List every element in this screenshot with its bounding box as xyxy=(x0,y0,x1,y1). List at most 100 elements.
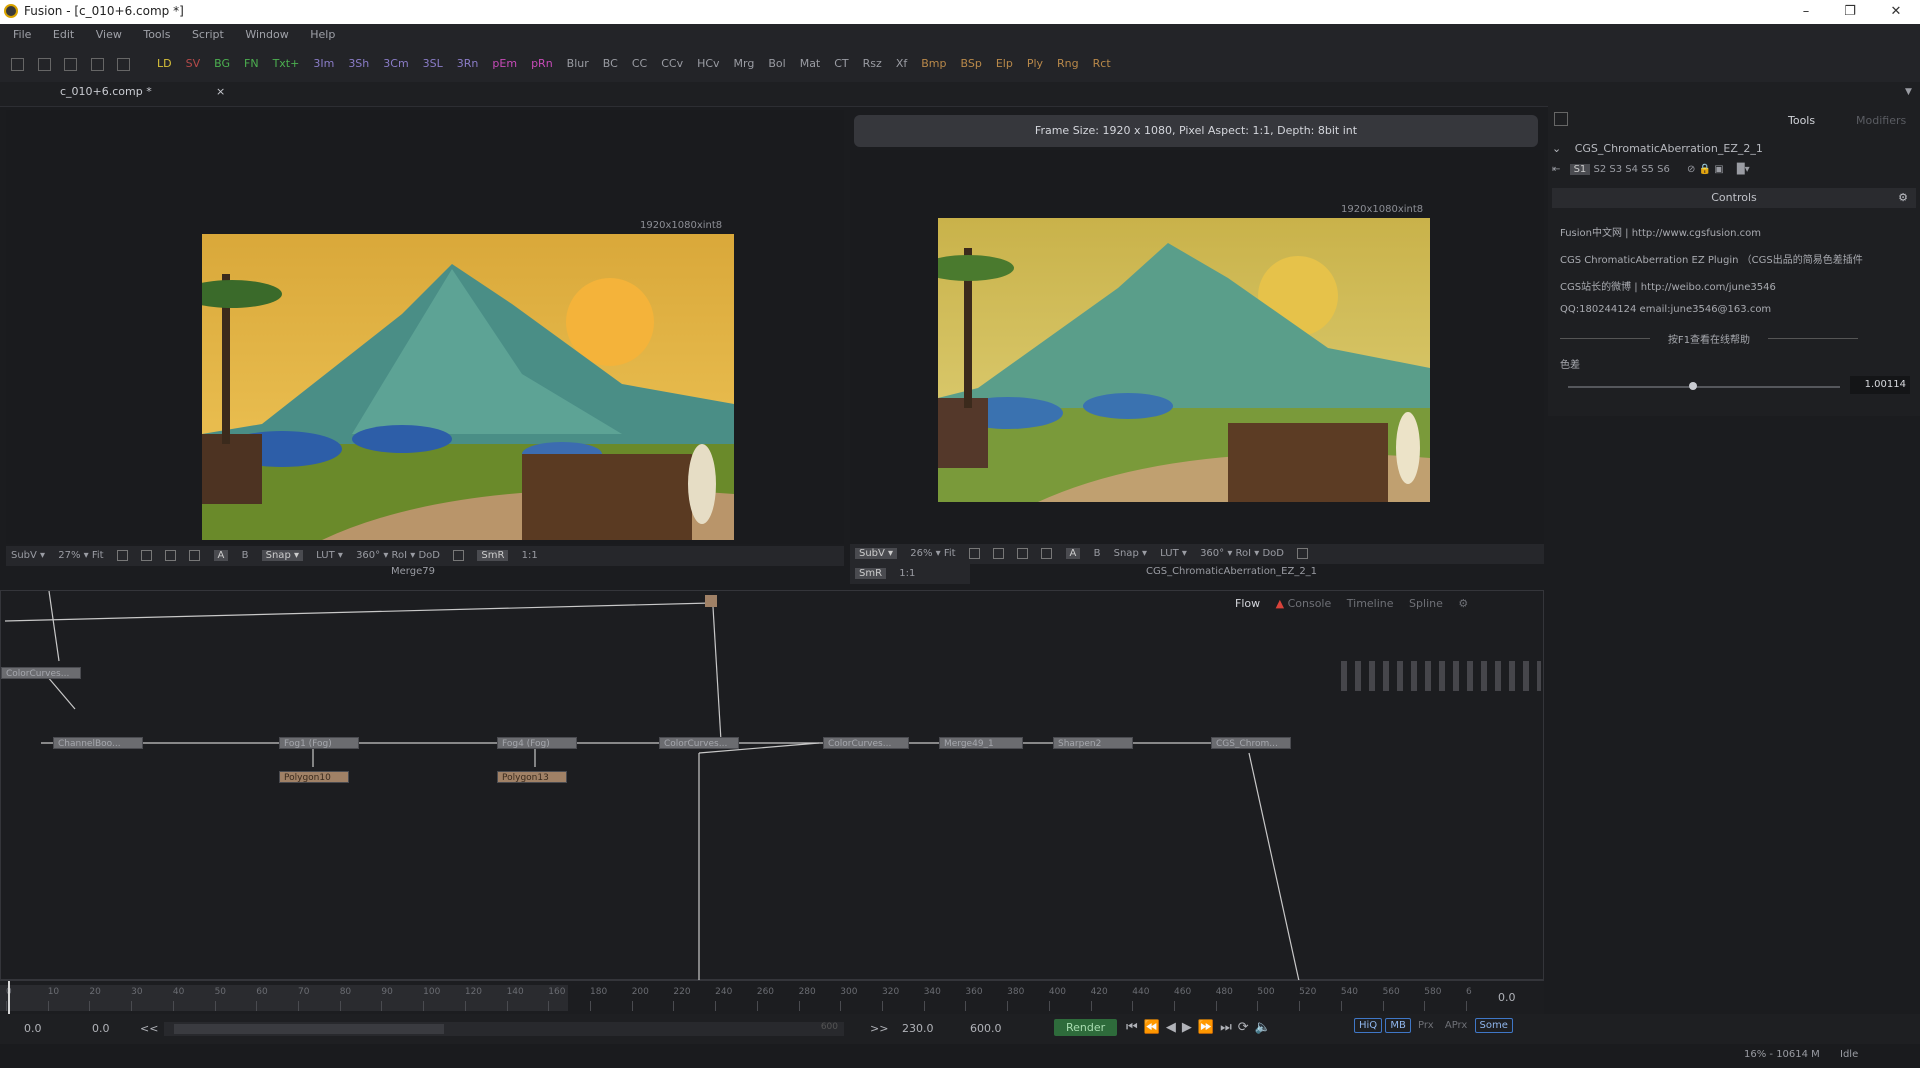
global-start-field[interactable]: 0.0 xyxy=(24,1022,42,1035)
menu-help[interactable]: Help xyxy=(301,24,344,46)
node-colorcurves-a[interactable]: ColorCurves... xyxy=(659,737,739,749)
tool-button-3sl[interactable]: 3SL xyxy=(423,46,443,82)
right-roi-dod-dropdown[interactable]: 360° ▾ RoI ▾ DoD xyxy=(1200,548,1284,559)
tool-color-swatch-icon[interactable]: █▾ xyxy=(1737,164,1750,175)
right-one-to-one-button[interactable]: 1:1 xyxy=(899,568,915,579)
right-snap-dropdown[interactable]: Snap ▾ xyxy=(1114,548,1147,559)
global-end-field[interactable]: 600.0 xyxy=(970,1022,1002,1035)
tool-button-3sh[interactable]: 3Sh xyxy=(348,46,369,82)
play-reverse-icon[interactable]: ◀ xyxy=(1166,1020,1182,1035)
tool-button-rng[interactable]: Rng xyxy=(1057,46,1079,82)
node-polygon10[interactable]: Polygon10 xyxy=(279,771,349,783)
tool-disable-icon[interactable]: ⊘ xyxy=(1687,164,1695,175)
tool-reset-icon[interactable]: ▣ xyxy=(1714,164,1723,175)
right-lock-icon[interactable] xyxy=(1297,547,1309,559)
step-forward-icon[interactable]: ⏩ xyxy=(1198,1020,1220,1035)
slot-s1[interactable]: S1 xyxy=(1569,164,1591,175)
close-tab-icon[interactable]: × xyxy=(216,85,225,98)
tool-button-elp[interactable]: Elp xyxy=(996,46,1013,82)
node-fog1[interactable]: Fog1 (Fog) xyxy=(279,737,359,749)
left-lut-dropdown[interactable]: LUT ▾ xyxy=(316,550,343,561)
tool-button-cc[interactable]: CC xyxy=(632,46,647,82)
right-buffer-a-button[interactable]: A xyxy=(1065,548,1081,559)
tool-header[interactable]: ⌄ CGS_ChromaticAberration_EZ_2_1 xyxy=(1552,142,1916,155)
node-channelboo[interactable]: ChannelBoo... xyxy=(53,737,143,749)
tool-button-hcv[interactable]: HCv xyxy=(697,46,719,82)
right-circle-icon[interactable] xyxy=(1041,547,1053,559)
left-polyline-icon[interactable] xyxy=(140,549,152,561)
controls-header[interactable]: Controls ⚙ xyxy=(1552,188,1916,208)
right-buffer-b-button[interactable]: B xyxy=(1094,548,1101,559)
controls-settings-icon[interactable]: ⚙ xyxy=(1898,188,1908,208)
tool-button-3cm[interactable]: 3Cm xyxy=(383,46,408,82)
tool-button-xf[interactable]: Xf xyxy=(896,46,907,82)
prx-toggle[interactable]: Prx xyxy=(1418,1020,1434,1031)
tool-button-mat[interactable]: Mat xyxy=(800,46,821,82)
tool-button-txt[interactable]: Txt+ xyxy=(273,46,300,82)
audio-icon[interactable]: 🔈 xyxy=(1255,1020,1277,1035)
aprx-toggle[interactable]: APrx xyxy=(1445,1020,1467,1031)
tool-button-rct[interactable]: Rct xyxy=(1093,46,1111,82)
tool-button-bg[interactable]: BG xyxy=(214,46,230,82)
left-lock-icon[interactable] xyxy=(453,549,465,561)
slot-s4[interactable]: S4 xyxy=(1625,164,1638,175)
tool-button-fn[interactable]: FN xyxy=(244,46,259,82)
go-to-end-icon[interactable]: ⏭ xyxy=(1220,1020,1238,1035)
time-ruler[interactable]: 0102030405060708090100120140160180200220… xyxy=(0,980,1544,1015)
mb-toggle[interactable]: MB xyxy=(1385,1018,1411,1033)
inspector-pin-icon[interactable] xyxy=(1554,112,1568,126)
node-polygon13[interactable]: Polygon13 xyxy=(497,771,567,783)
param-slider[interactable] xyxy=(1568,382,1840,390)
tool-button-bol[interactable]: Bol xyxy=(768,46,785,82)
playhead[interactable] xyxy=(8,981,10,1015)
flow-settings-icon[interactable]: ⚙ xyxy=(1458,597,1468,610)
node-cgs-chrom[interactable]: CGS_Chrom... xyxy=(1211,737,1291,749)
tool-button-bsp[interactable]: BSp xyxy=(960,46,981,82)
step-back-icon[interactable]: ⏪ xyxy=(1144,1020,1166,1035)
tool-button-ccv[interactable]: CCv xyxy=(661,46,683,82)
left-circle-icon[interactable] xyxy=(189,549,201,561)
right-polyline-icon[interactable] xyxy=(992,547,1004,559)
param-value-field[interactable]: 1.00114 xyxy=(1850,376,1910,394)
tool-button-3im[interactable]: 3Im xyxy=(313,46,334,82)
left-buffer-a-button[interactable]: A xyxy=(213,550,229,561)
save-comp-icon[interactable] xyxy=(64,57,77,71)
render-button[interactable]: Render xyxy=(1054,1019,1118,1036)
right-subview-dropdown[interactable]: SubV ▾ xyxy=(855,548,898,559)
minimize-button[interactable]: – xyxy=(1786,2,1826,22)
left-subview-dropdown[interactable]: SubV ▾ xyxy=(11,550,45,561)
tool-button-pem[interactable]: pEm xyxy=(492,46,517,82)
new-comp-icon[interactable] xyxy=(11,57,24,71)
range-slider-handle[interactable] xyxy=(174,1024,444,1034)
tab-spline[interactable]: Spline xyxy=(1409,597,1443,610)
tool-button-bmp[interactable]: Bmp xyxy=(921,46,946,82)
tool-collapse-chevron-icon[interactable]: ⌄ xyxy=(1552,142,1561,155)
tool-button-bc[interactable]: BC xyxy=(603,46,618,82)
close-window-button[interactable]: ✕ xyxy=(1876,2,1916,22)
menu-script[interactable]: Script xyxy=(183,24,233,46)
flow-view[interactable]: Flow ▲ Console Timeline Spline ⚙ ColorCu… xyxy=(0,590,1544,981)
left-smr-button[interactable]: SmR xyxy=(477,550,509,561)
tool-button-sv[interactable]: SV xyxy=(186,46,201,82)
tool-button-prn[interactable]: pRn xyxy=(531,46,553,82)
right-rect-icon[interactable] xyxy=(1017,547,1029,559)
tool-button-blur[interactable]: Blur xyxy=(567,46,589,82)
node-colorcurves-b[interactable]: ColorCurves... xyxy=(823,737,909,749)
left-roi-icon[interactable] xyxy=(116,549,128,561)
left-viewer[interactable]: 1920x1080xint8 SubV ▾ 27% ▾ Fit A B Snap… xyxy=(6,110,844,577)
some-toggle[interactable]: Some xyxy=(1474,1018,1513,1033)
right-viewer[interactable]: 1920x1080xint8 SubV ▾ 26% ▾ Fit A B Snap… xyxy=(850,150,1544,584)
hiq-toggle[interactable]: HiQ xyxy=(1354,1018,1383,1033)
left-snap-dropdown[interactable]: Snap ▾ xyxy=(261,550,303,561)
tab-timeline[interactable]: Timeline xyxy=(1347,597,1394,610)
left-rect-icon[interactable] xyxy=(165,549,177,561)
open-comp-icon[interactable] xyxy=(37,57,51,71)
node-merge49[interactable]: Merge49_1 xyxy=(939,737,1023,749)
forward-range-button[interactable]: >> xyxy=(870,1022,888,1035)
comp-tab[interactable]: c_010+6.comp * × xyxy=(60,85,230,103)
right-roi-icon[interactable] xyxy=(968,547,980,559)
param-slider-handle[interactable] xyxy=(1689,382,1698,390)
slot-s2[interactable]: S2 xyxy=(1593,164,1606,175)
node-fog4[interactable]: Fog4 (Fog) xyxy=(497,737,577,749)
render-end-field[interactable]: 230.0 xyxy=(902,1022,934,1035)
